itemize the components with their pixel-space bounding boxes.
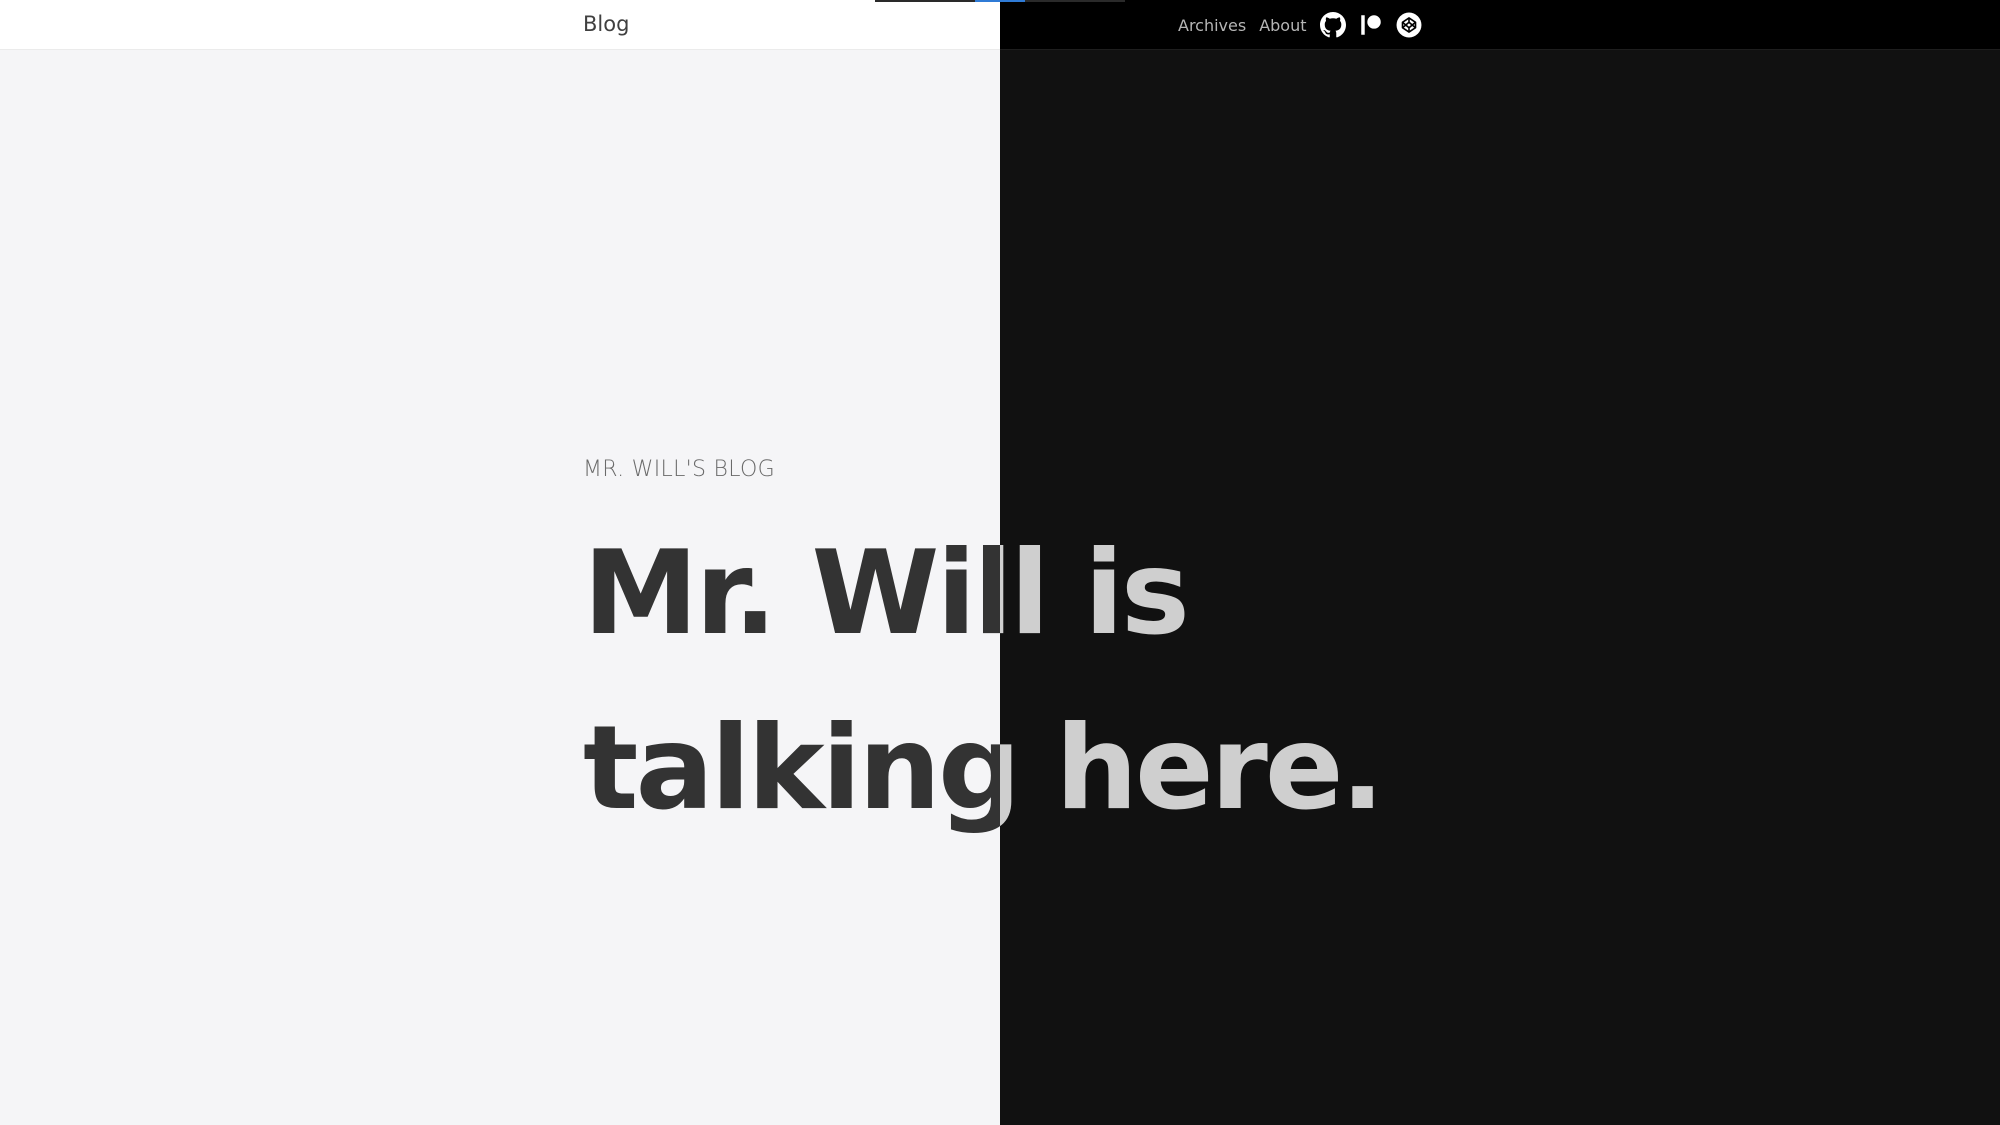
reading-progress-bar	[875, 0, 1125, 2]
light-half: Blog Archives About MR. WILL'S BLOG	[0, 0, 1000, 1125]
site-subheading-dark: MR. WILL'S BLOG	[1000, 452, 1583, 488]
site-subheading: MR. WILL'S BLOG	[583, 457, 775, 482]
hero: MR. WILL'S BLOG Mr. Will is talking here…	[583, 452, 1000, 856]
dark-half: Blog Archives About MR. WILL'S BLOG	[1000, 0, 2000, 1125]
dark-content: Blog Archives About MR. WILL'S BLOG	[1000, 0, 2000, 1125]
nav-links-dark: Archives About	[1178, 0, 1434, 50]
hero-dark: MR. WILL'S BLOG Mr. Will is talking here…	[1000, 452, 1583, 856]
navbar-dark: Blog Archives About	[1000, 0, 2000, 50]
nav-link-about-dark[interactable]: About	[1259, 16, 1306, 35]
codepen-icon-dark[interactable]	[1396, 12, 1422, 38]
page: Blog Archives About MR. WILL'S BLOG	[0, 0, 2000, 1125]
hero-headline-dark: Mr. Will is talking here.	[1000, 526, 1385, 836]
github-icon-dark[interactable]	[1319, 12, 1346, 38]
reading-progress-fill	[975, 0, 1025, 2]
navbar: Blog Archives About	[0, 0, 1000, 50]
hero-headline: Mr. Will is talking here.	[583, 526, 1000, 836]
light-content: Blog Archives About MR. WILL'S BLOG	[0, 0, 1000, 1125]
patreon-icon-dark[interactable]	[1358, 12, 1384, 38]
nav-link-archives-dark[interactable]: Archives	[1178, 16, 1246, 35]
brand-link[interactable]: Blog	[583, 12, 629, 36]
